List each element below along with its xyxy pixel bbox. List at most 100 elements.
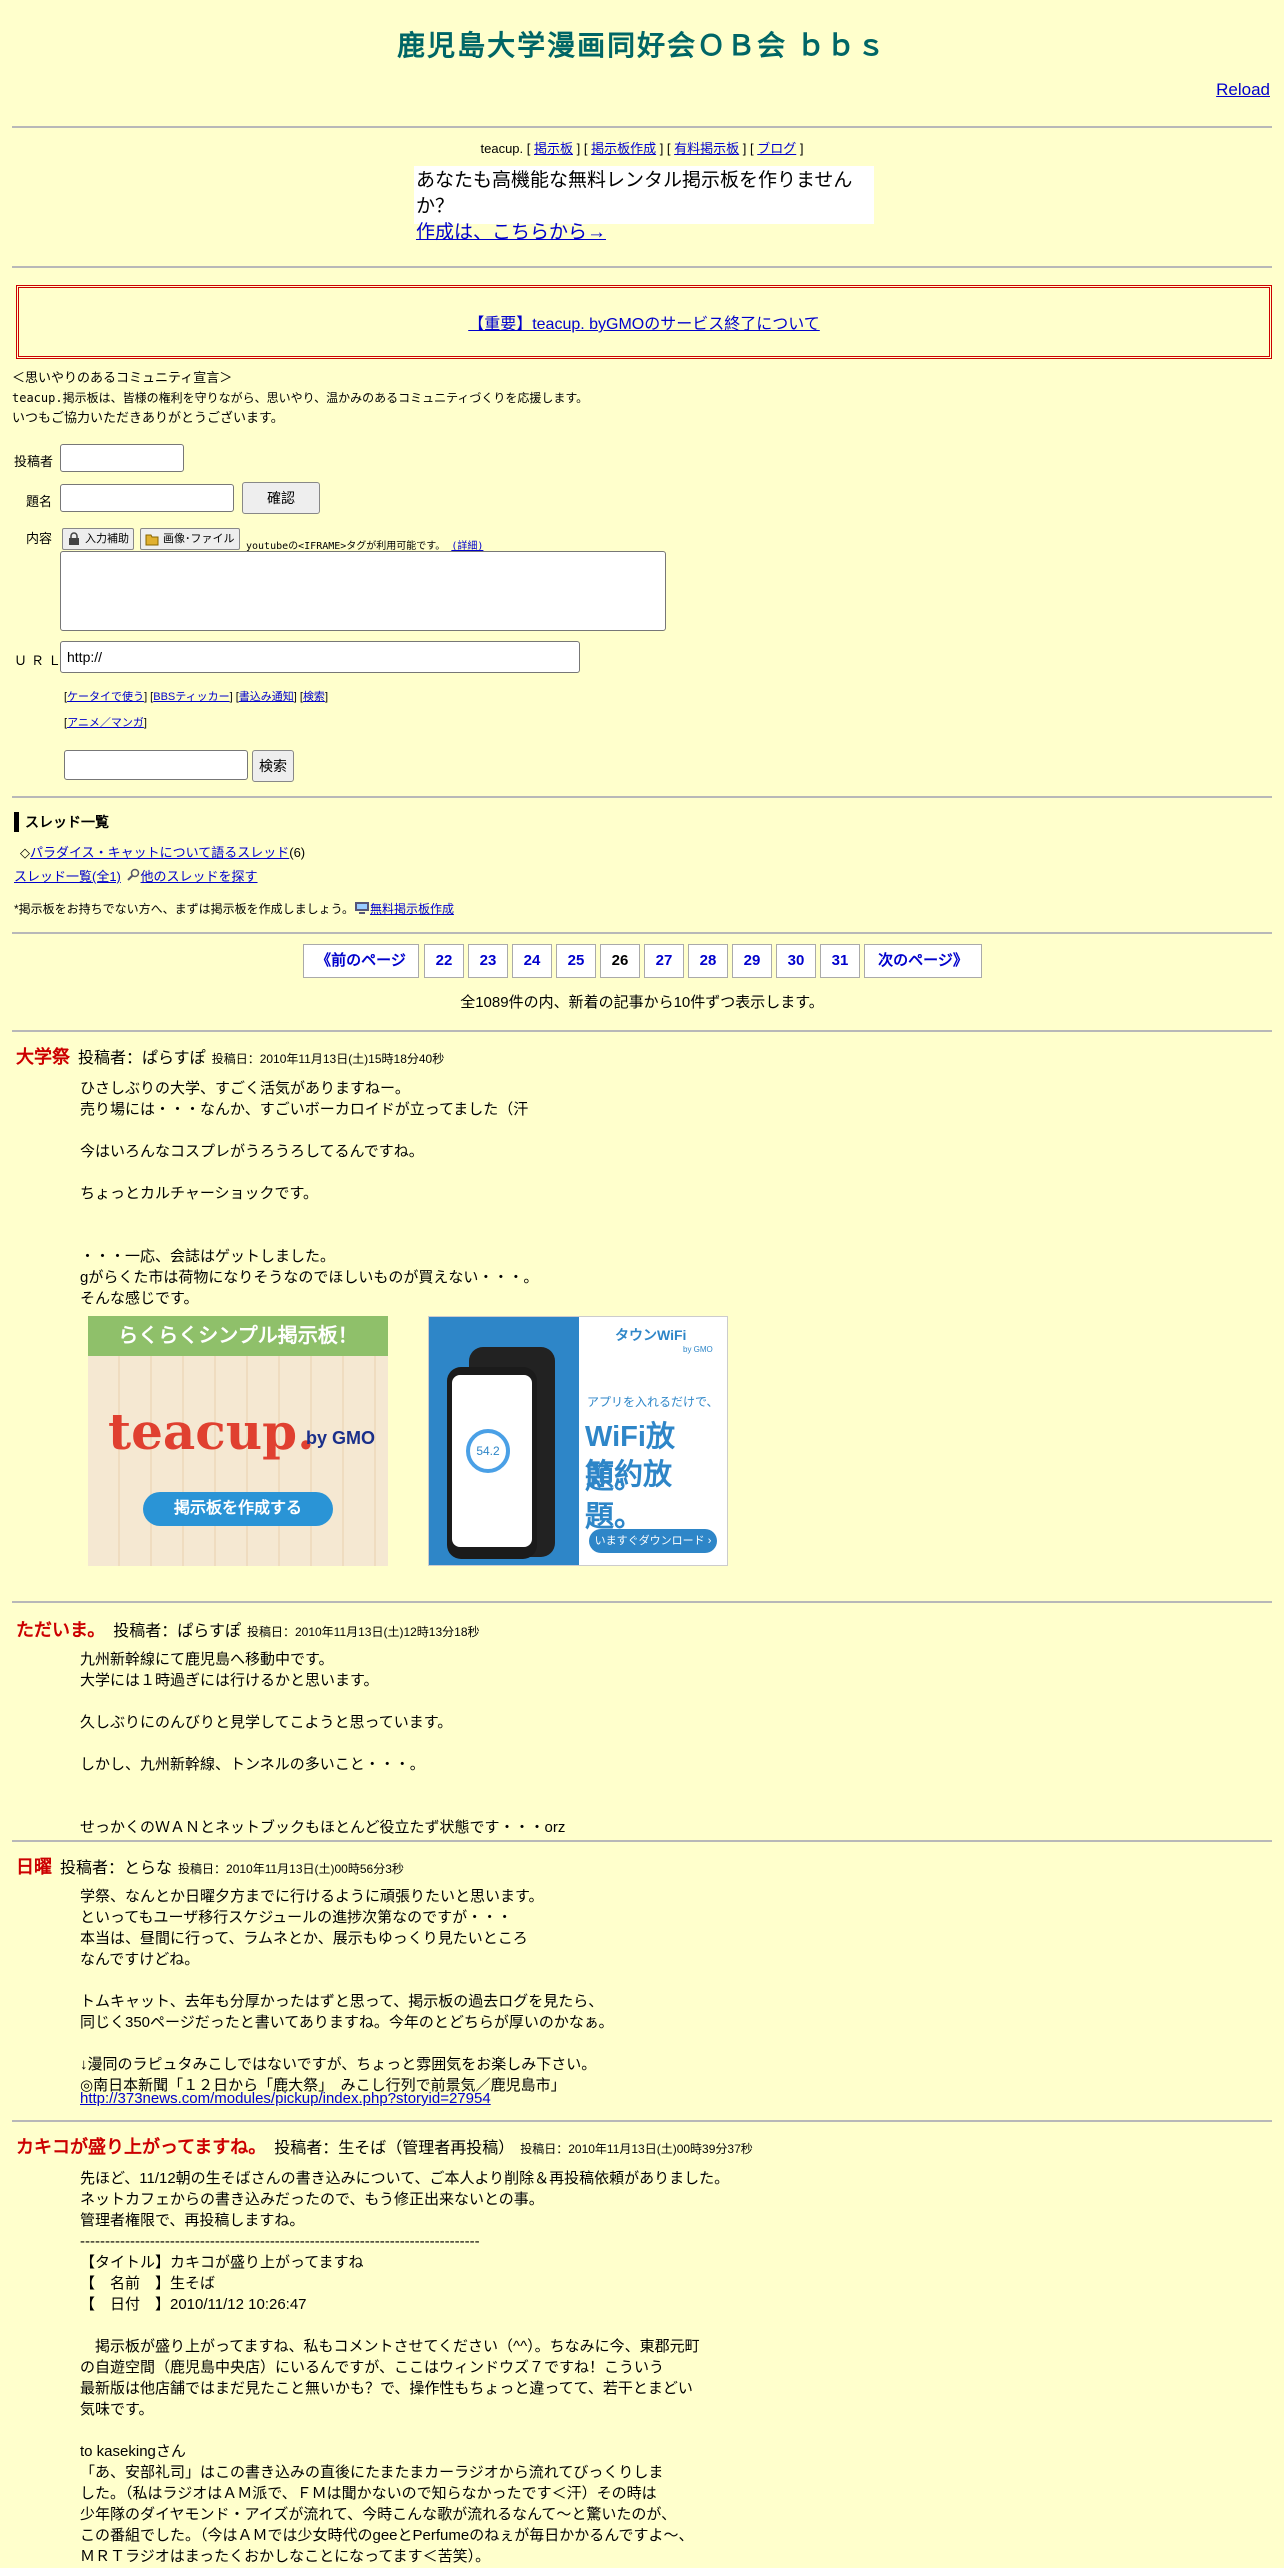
post-date: 投稿日：2010年11月13日(土)00時39分37秒 <box>520 2142 753 2156</box>
other-threads-link[interactable]: 他のスレッドを探す <box>141 869 258 884</box>
divider <box>12 126 1272 128</box>
brand-label: teacup. <box>480 141 524 156</box>
bbs-ticker-link[interactable]: BBSティッカー <box>153 691 229 703</box>
reload-link[interactable]: Reload <box>1216 80 1270 100</box>
wifi-download-button: いますぐダウンロード › <box>589 1529 717 1553</box>
all-threads-link[interactable]: スレッド一覧(全1) <box>14 869 121 884</box>
post-title: ただいま。 <box>16 1620 106 1640</box>
thread-count: (6) <box>289 845 306 860</box>
post-notify-link[interactable]: 書込み通知 <box>239 691 294 703</box>
nav-bbs-link[interactable]: 掲示板 <box>534 141 573 156</box>
post-header: ただいま。 投稿者：ぱらすぽ 投稿日：2010年11月13日(土)12時13分18秒 <box>16 1616 480 1642</box>
nav-paid-bbs-link[interactable]: 有料掲示板 <box>674 141 739 156</box>
ad-top-text: らくらくシンプル掲示板！ <box>88 1316 388 1356</box>
next-page-button[interactable]: 次のページ》 <box>864 944 982 978</box>
ad-create-button: 掲示板を作成する <box>143 1492 333 1526</box>
pager-summary: 全1089件の内、新着の記事から10件ずつ表示します。 <box>460 994 824 1011</box>
page-29-button[interactable]: 29 <box>732 944 772 978</box>
service-notice-link[interactable]: 【重要】teacup. byGMOのサービス終了について <box>19 310 1269 334</box>
prev-page-button[interactable]: 《前のページ <box>303 944 419 978</box>
nav-create-bbs-link[interactable]: 掲示板作成 <box>591 141 656 156</box>
thread-list-heading: スレッド一覧 <box>14 812 109 832</box>
anime-manga-link[interactable]: アニメ／マンガ <box>67 717 144 729</box>
post-body: 学祭、なんとか日曜夕方までに行けるように頑張りたいと思います。 といってもユーザ… <box>80 1888 614 2094</box>
post-title: 日曜 <box>16 1857 52 1877</box>
declaration-thanks: いつもご協力いただきありがとうございます。 <box>12 410 284 425</box>
author-label: 投稿者 <box>14 454 54 469</box>
page-24-button[interactable]: 24 <box>512 944 552 978</box>
thread-item: ◇パラダイス・キャットについて語るスレッド(6) <box>20 842 305 861</box>
page-27-button[interactable]: 27 <box>644 944 684 978</box>
post-title: 大学祭 <box>16 1047 70 1067</box>
page-22-button[interactable]: 22 <box>424 944 464 978</box>
service-notice-box: 【重要】teacup. byGMOのサービス終了について <box>16 285 1272 359</box>
thread-nav: スレッド一覧(全1) 他のスレッドを探す <box>14 866 258 885</box>
promo-box: あなたも高機能な無料レンタル掲示板を作りませんか？ 作成は、こちらから→ <box>414 166 874 243</box>
divider <box>12 1840 1272 1842</box>
create-bbs-text: *掲示板をお持ちでない方へ、まずは掲示板を作成しましょう。 <box>14 902 354 916</box>
thread-prefix: ◇ <box>20 845 30 860</box>
category-links: [アニメ／マンガ] <box>64 717 147 729</box>
lock-icon <box>69 532 79 545</box>
speed-gauge: 54.2 <box>466 1429 510 1473</box>
url-label: ＵＲＬ <box>14 653 66 668</box>
mobile-link[interactable]: ケータイで使う <box>67 691 144 703</box>
create-bbs-link[interactable]: 無料掲示板作成 <box>370 902 454 916</box>
divider <box>12 1030 1272 1032</box>
page-title: 鹿児島大学漫画同好会ＯＢ会 ｂｂｓ <box>397 30 887 61</box>
wifi-line3: 節約放題。 <box>585 1459 673 1533</box>
image-file-button[interactable]: 画像･ファイル <box>140 528 240 550</box>
folder-icon <box>145 534 159 546</box>
author-input[interactable] <box>60 444 184 472</box>
promo-link[interactable]: 作成は、こちらから→ <box>416 222 606 243</box>
post-author: 投稿者：ぱらすぽ <box>113 1623 241 1640</box>
post-body: 先ほど、11/12朝の生そばさんの書き込みについて、ご本人より削除＆再投稿依頼が… <box>80 2170 730 2565</box>
phone-screen: 54.2 <box>452 1375 532 1547</box>
search-icon <box>126 868 139 881</box>
tool-links: [ケータイで使う] [BBSティッカー] [書込み通知] [検索] <box>64 691 328 703</box>
url-input[interactable]: http:// <box>60 641 580 673</box>
divider <box>12 932 1272 934</box>
phone-front: 54.2 <box>447 1367 537 1559</box>
post-title: カキコが盛り上がってますね。 <box>16 2137 267 2157</box>
thread-link[interactable]: パラダイス・キャットについて語るスレッド <box>30 845 289 860</box>
promo-text: あなたも高機能な無料レンタル掲示板を作りませんか？ <box>416 170 853 217</box>
post-date: 投稿日：2010年11月13日(土)12時13分18秒 <box>246 1625 480 1639</box>
subject-input[interactable] <box>60 484 234 512</box>
wifi-line1: アプリを入れるだけで、 <box>587 1395 719 1409</box>
search-input[interactable] <box>64 750 248 780</box>
teacup-logo: teacup. <box>108 1402 315 1461</box>
divider <box>12 1601 1272 1603</box>
wifi-ad-banner[interactable]: 54.2 タウンWiFi by GMO アプリを入れるだけで、 WiFi放題。 … <box>428 1316 728 1566</box>
page-25-button[interactable]: 25 <box>556 944 596 978</box>
page-30-button[interactable]: 30 <box>776 944 816 978</box>
community-declaration: ＜思いやりのあるコミュニティ宣言＞ teacup.掲示板は、皆様の権利を守りなが… <box>12 368 588 428</box>
post-author: 投稿者：ぱらすぽ <box>78 1050 206 1067</box>
divider <box>12 796 1272 798</box>
youtube-note: youtubeの<IFRAME>タグが利用可能です。 (詳細) <box>246 537 483 552</box>
wifi-brand: タウンWiFi <box>615 1327 687 1343</box>
post-author: 投稿者：とらな <box>60 1860 173 1877</box>
confirm-button[interactable]: 確認 <box>242 482 320 514</box>
search-link[interactable]: 検索 <box>303 691 325 703</box>
content-textarea[interactable] <box>60 551 666 631</box>
post-date: 投稿日：2010年11月13日(土)15時18分40秒 <box>211 1052 445 1066</box>
divider <box>12 266 1272 268</box>
page-28-button[interactable]: 28 <box>688 944 728 978</box>
post-header: カキコが盛り上がってますね。 投稿者：生そば（管理者再投稿） 投稿日：2010年11… <box>16 2133 753 2159</box>
declaration-text: teacup.掲示板は、皆様の権利を守りながら、思いやり、温かみのあるコミュニテ… <box>12 391 589 405</box>
image-file-label: 画像･ファイル <box>163 533 235 545</box>
computer-icon <box>354 902 369 914</box>
search-button[interactable]: 検索 <box>252 750 294 782</box>
teacup-ad-banner[interactable]: らくらくシンプル掲示板！ teacup. by GMO 掲示板を作成する <box>88 1316 388 1566</box>
nav-blog-link[interactable]: ブログ <box>757 141 796 156</box>
post-date: 投稿日：2010年11月13日(土)00時56分3秒 <box>178 1862 404 1876</box>
post-author: 投稿者：生そば（管理者再投稿） <box>274 2140 515 2157</box>
wifi-gmo: by GMO <box>683 1345 713 1354</box>
page-31-button[interactable]: 31 <box>820 944 860 978</box>
top-nav: teacup. [ 掲示板 ] [ 掲示板作成 ] [ 有料掲示板 ] [ ブロ… <box>480 141 804 156</box>
input-help-button[interactable]: 入力補助 <box>62 528 134 550</box>
page-23-button[interactable]: 23 <box>468 944 508 978</box>
post-header: 日曜 投稿者：とらな 投稿日：2010年11月13日(土)00時56分3秒 <box>16 1853 404 1879</box>
news-link[interactable]: http://373news.com/modules/pickup/index.… <box>80 2088 491 2109</box>
